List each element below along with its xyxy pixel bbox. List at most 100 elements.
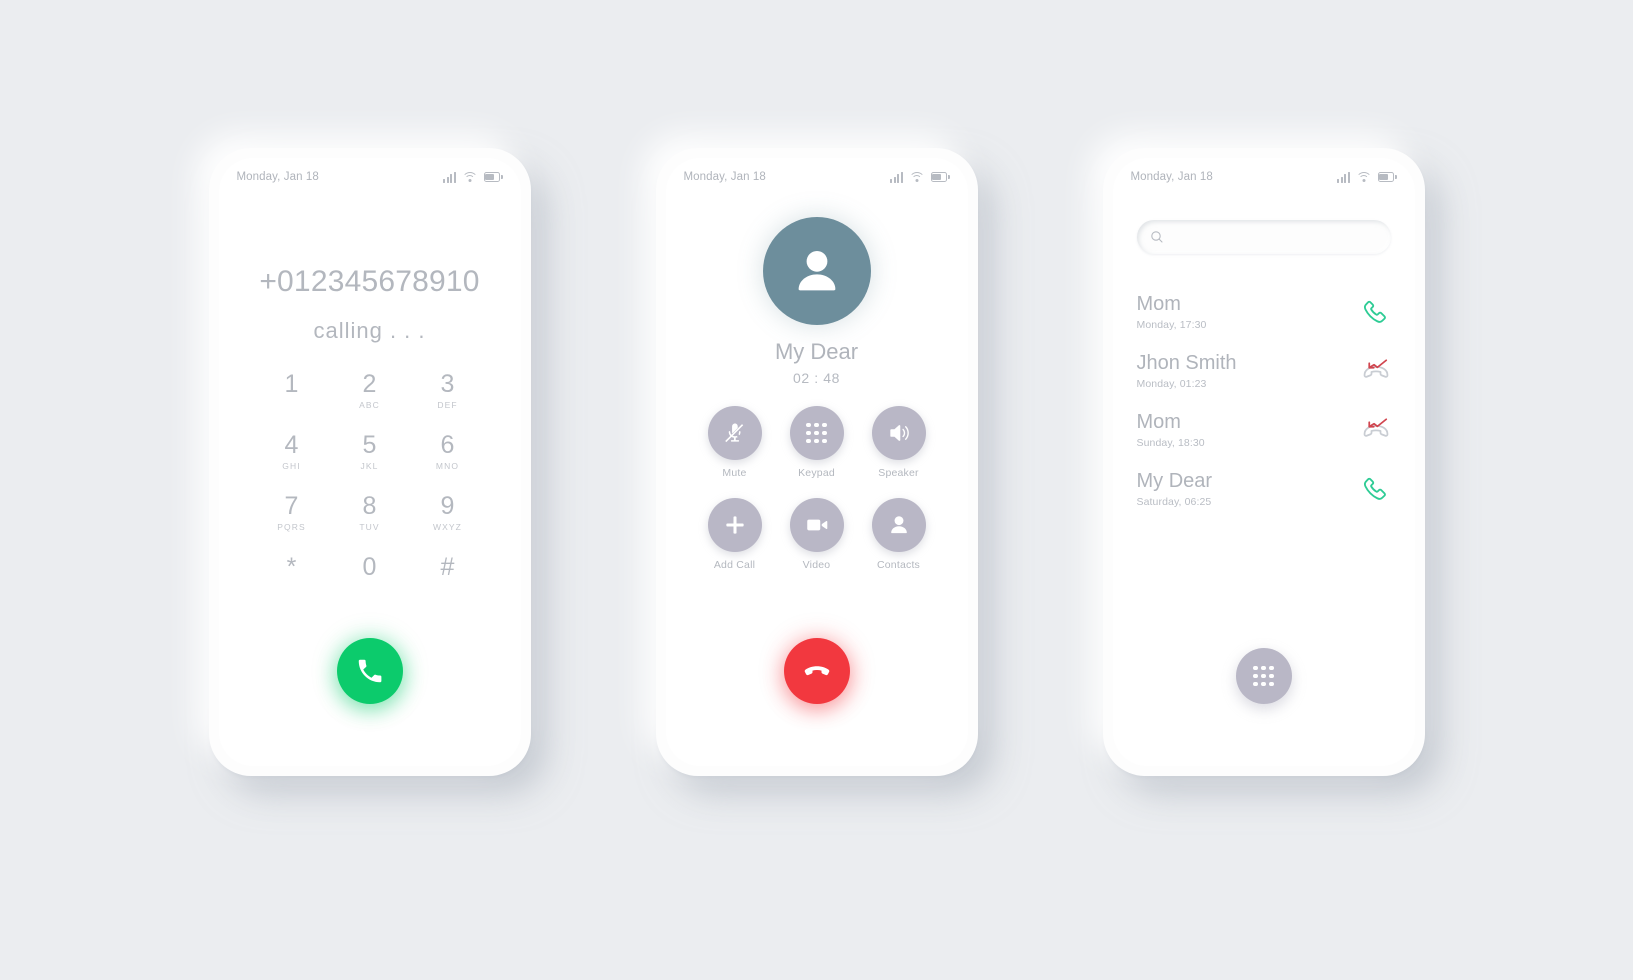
keypad-key-digit: 0 [362,553,377,581]
keypad-key-digit: 8 [362,492,377,520]
keypad-key-letters [253,400,331,410]
keypad-key-digit: 3 [440,370,455,398]
keypad-key-3[interactable]: 3 DEF [409,370,487,411]
action-label: Speaker [878,467,919,479]
action-add-call[interactable]: Add Call [694,498,776,571]
open-keypad-button[interactable] [1235,648,1292,704]
status-bar-icons [1337,171,1397,183]
list-item[interactable]: Mom Sunday, 18:30 [1137,400,1393,459]
call-status-text: calling . . . [313,318,426,343]
battery-icon [483,172,503,182]
keypad-key-letters: DEF [437,400,458,410]
keypad-key-star[interactable]: * [253,553,331,593]
call-entry-name: My Dear [1136,469,1213,492]
keypad-key-1[interactable]: 1 [253,370,331,410]
keypad-key-0[interactable]: 0 [331,553,409,593]
keypad-key-hash[interactable]: # [409,553,487,593]
call-entry-meta: Mom Monday, 17:30 [1137,293,1207,331]
call-entry-meta: Jhon Smith Monday, 01:23 [1137,352,1237,390]
keypad-key-digit: 5 [362,431,377,459]
action-label: Keypad [798,467,835,479]
action-bubble [789,406,844,460]
phone-mockup-stage: Monday, Jan 18 +012345678910 calling . .… [0,0,1633,980]
call-type-answered[interactable] [1359,295,1393,329]
phone-icon [358,659,381,683]
call-type-answered[interactable] [1359,472,1393,506]
screen-recents: Monday, Jan 18 Mom Monday, 17:30 Jhon Sm… [1112,158,1415,766]
call-type-missed[interactable] [1359,413,1393,447]
end-call-button[interactable] [783,638,850,704]
keypad-key-2[interactable]: 2 ABC [331,370,409,411]
person-icon [890,516,907,534]
call-entry-meta: Mom Sunday, 18:30 [1137,411,1205,449]
screen-dialing: Monday, Jan 18 +012345678910 calling . .… [218,158,521,766]
list-item[interactable]: Jhon Smith Monday, 01:23 [1137,341,1393,400]
call-entry-time: Monday, 17:30 [1136,318,1207,331]
caller-name: My Dear [774,339,859,364]
wifi-icon [461,171,478,183]
status-bar: Monday, Jan 18 [219,167,521,187]
action-bubble [871,498,926,552]
keypad-key-6[interactable]: 6 MNO [409,431,487,472]
wifi-icon [908,171,925,183]
keypad-key-5[interactable]: 5 JKL [331,431,409,472]
list-item[interactable]: Mom Monday, 17:30 [1137,282,1393,341]
action-keypad[interactable]: Keypad [776,406,858,479]
wifi-icon [1355,171,1372,183]
microphone-off-icon [724,423,743,443]
action-bubble [789,498,844,552]
action-contacts[interactable]: Contacts [858,498,940,571]
keypad-key-digit: 6 [440,431,455,459]
phone-missed-icon [1363,417,1388,437]
action-label: Video [802,559,831,571]
phone-in-call: Monday, Jan 18 My Dear 02 : 48 Mute Keyp… [655,148,978,776]
call-timer: 02 : 48 [792,370,840,386]
battery-icon [930,172,950,182]
signal-icon [890,171,903,183]
call-log-list: Mom Monday, 17:30 Jhon Smith Monday, 01:… [1137,282,1393,518]
status-bar: Monday, Jan 18 [666,167,968,187]
action-bubble [707,406,762,460]
keypad-key-4[interactable]: 4 GHI [253,431,331,472]
status-bar: Monday, Jan 18 [1113,167,1415,187]
call-entry-meta: My Dear Saturday, 06:25 [1137,470,1213,508]
action-video[interactable]: Video [776,498,858,571]
search-icon [1150,231,1163,243]
action-label: Mute [722,467,747,479]
keypad-key-letters: GHI [282,461,301,471]
keypad-dots-icon [1253,665,1274,687]
keypad-key-9[interactable]: 9 WXYZ [409,492,487,533]
dial-keypad: 1 2 ABC 3 DEF 4 GHI 5 JKL 6 MNO 7 PQRS 8… [253,370,487,593]
keypad-dots-icon [806,422,827,444]
status-bar-icons [443,171,503,183]
phone-missed-icon [1363,358,1388,378]
action-label: Add Call [713,559,756,571]
keypad-key-digit: * [286,553,297,581]
status-bar-date: Monday, Jan 18 [1130,171,1213,183]
keypad-key-letters [253,583,331,593]
keypad-key-letters: ABC [359,400,380,410]
phone-recents: Monday, Jan 18 Mom Monday, 17:30 Jhon Sm… [1102,148,1425,776]
keypad-key-digit: 2 [362,370,377,398]
keypad-key-7[interactable]: 7 PQRS [253,492,331,533]
battery-icon [1377,172,1397,182]
dialed-number: +012345678910 [259,265,480,298]
keypad-key-digit: 4 [284,431,299,459]
keypad-key-8[interactable]: 8 TUV [331,492,409,533]
status-bar-icons [890,171,950,183]
call-button[interactable] [336,638,403,704]
keypad-key-letters [409,583,487,593]
search-input[interactable] [1172,228,1379,246]
action-mute[interactable]: Mute [694,406,776,479]
call-type-missed[interactable] [1359,354,1393,388]
search-bar[interactable] [1136,220,1391,254]
speaker-icon [889,425,909,441]
keypad-key-digit: 1 [284,370,299,398]
list-item[interactable]: My Dear Saturday, 06:25 [1137,459,1393,518]
keypad-key-digit: # [440,553,455,581]
plus-icon [725,516,744,534]
avatar [762,217,871,325]
action-speaker[interactable]: Speaker [858,406,940,479]
keypad-key-letters: TUV [359,522,380,532]
call-actions: Mute Keypad Speaker Add Call Video Conta… [694,406,940,571]
